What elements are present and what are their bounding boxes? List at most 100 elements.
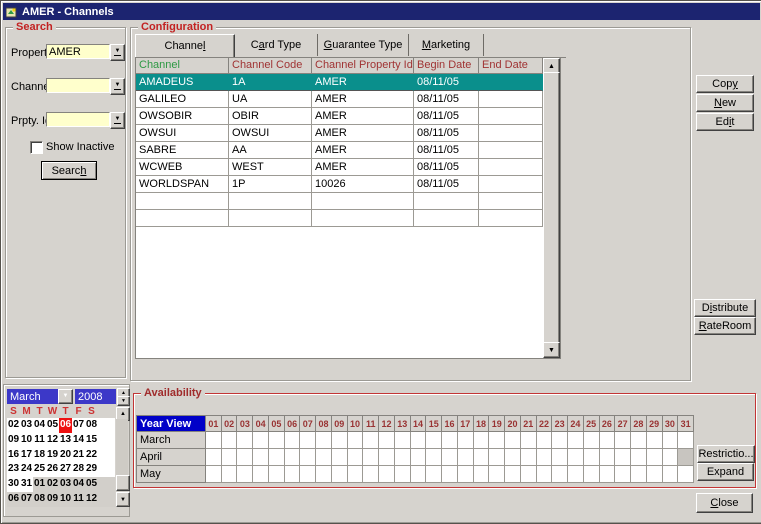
calendar-date[interactable]: 16 (7, 448, 20, 463)
availability-cell[interactable] (505, 466, 521, 483)
rateroom-button[interactable]: RateRoom (694, 317, 756, 335)
availability-cell[interactable] (395, 466, 411, 483)
availability-cell[interactable] (253, 449, 269, 466)
availability-cell[interactable] (269, 432, 285, 449)
availability-cell[interactable] (568, 466, 584, 483)
calendar-date[interactable]: 29 (85, 462, 98, 477)
availability-cell[interactable] (253, 466, 269, 483)
close-button[interactable]: Close (696, 493, 753, 513)
availability-cell[interactable] (316, 449, 332, 466)
availability-cell[interactable] (222, 466, 238, 483)
availability-cell[interactable] (537, 466, 553, 483)
year-spinner-down[interactable]: ▼ (117, 396, 130, 406)
calendar-date[interactable]: 22 (85, 448, 98, 463)
availability-cell[interactable] (584, 432, 600, 449)
calendar-date[interactable]: 02 (46, 477, 59, 492)
availability-cell[interactable] (253, 432, 269, 449)
calendar-date[interactable]: 12 (85, 492, 98, 507)
show-inactive-checkbox[interactable] (30, 141, 43, 154)
calendar-date[interactable]: 31 (20, 477, 33, 492)
month-dropdown-button[interactable]: ▼ (58, 389, 73, 404)
availability-cell[interactable] (521, 449, 537, 466)
calendar-scrollbar-thumb[interactable] (116, 475, 130, 491)
availability-cell[interactable] (663, 466, 679, 483)
tab-channel[interactable]: Channel (135, 34, 235, 58)
table-row[interactable]: WORLDSPAN1P1002608/11/05 (136, 176, 560, 193)
availability-cell[interactable] (584, 449, 600, 466)
availability-cell[interactable] (379, 449, 395, 466)
availability-cell[interactable] (600, 432, 616, 449)
availability-cell[interactable] (537, 449, 553, 466)
calendar-date[interactable]: 09 (7, 433, 20, 448)
availability-cell[interactable] (568, 432, 584, 449)
calendar-date[interactable]: 18 (33, 448, 46, 463)
copy-button[interactable]: Copy (696, 75, 754, 93)
availability-cell[interactable] (552, 432, 568, 449)
calendar-date[interactable]: 05 (85, 477, 98, 492)
availability-cell[interactable] (521, 466, 537, 483)
availability-cell[interactable] (678, 432, 694, 449)
scroll-down-button[interactable]: ▼ (543, 342, 560, 358)
property-id-input[interactable] (46, 112, 110, 127)
availability-cell[interactable] (474, 449, 490, 466)
availability-cell[interactable] (552, 466, 568, 483)
availability-cell[interactable] (348, 449, 364, 466)
calendar-date[interactable]: 06 (7, 492, 20, 507)
availability-cell[interactable] (300, 432, 316, 449)
availability-cell[interactable] (395, 432, 411, 449)
calendar-date[interactable]: 24 (20, 462, 33, 477)
availability-cell[interactable] (458, 449, 474, 466)
availability-cell[interactable] (458, 432, 474, 449)
calendar-date[interactable]: 25 (33, 462, 46, 477)
calendar-date[interactable]: 11 (33, 433, 46, 448)
availability-cell[interactable] (411, 449, 427, 466)
availability-cell[interactable] (442, 449, 458, 466)
availability-cell[interactable] (222, 449, 238, 466)
availability-cell[interactable] (363, 432, 379, 449)
availability-cell[interactable] (206, 432, 222, 449)
calendar-date[interactable]: 10 (59, 492, 72, 507)
table-row[interactable]: SABREAAAMER08/11/05 (136, 142, 560, 159)
property-dropdown-button[interactable]: ▼ (110, 44, 125, 61)
calendar-date[interactable]: 08 (33, 492, 46, 507)
availability-cell[interactable] (332, 432, 348, 449)
availability-cell[interactable] (489, 432, 505, 449)
search-button[interactable]: Search (41, 161, 97, 180)
new-button[interactable]: New (696, 94, 754, 112)
availability-cell[interactable] (647, 449, 663, 466)
availability-cell[interactable] (285, 449, 301, 466)
edit-button[interactable]: Edit (696, 113, 754, 131)
calendar-date[interactable]: 02 (7, 418, 20, 433)
calendar-date[interactable]: 10 (20, 433, 33, 448)
availability-cell[interactable] (600, 449, 616, 466)
availability-cell[interactable] (348, 432, 364, 449)
distribute-button[interactable]: Distribute (694, 299, 756, 317)
availability-cell[interactable] (458, 466, 474, 483)
availability-cell[interactable] (663, 432, 679, 449)
calendar-date[interactable]: 04 (33, 418, 46, 433)
availability-cell[interactable] (411, 432, 427, 449)
availability-cell[interactable] (363, 466, 379, 483)
availability-cell[interactable] (663, 449, 679, 466)
availability-cell[interactable] (442, 466, 458, 483)
availability-cell[interactable] (647, 466, 663, 483)
availability-cell[interactable] (316, 466, 332, 483)
availability-cell[interactable] (521, 432, 537, 449)
table-scrollbar[interactable]: ▲ ▼ (543, 58, 558, 356)
availability-cell[interactable] (552, 449, 568, 466)
month-dropdown[interactable]: March ▼ (7, 389, 73, 404)
calendar-date[interactable]: 28 (72, 462, 85, 477)
channel-input[interactable] (46, 78, 110, 93)
availability-cell[interactable] (332, 449, 348, 466)
availability-cell[interactable] (300, 466, 316, 483)
calendar-date[interactable]: 03 (20, 418, 33, 433)
availability-cell[interactable] (647, 432, 663, 449)
expand-button[interactable]: Expand (697, 463, 754, 481)
calendar-date[interactable]: 11 (72, 492, 85, 507)
property-input[interactable] (46, 44, 110, 59)
availability-cell[interactable] (269, 449, 285, 466)
availability-cell[interactable] (568, 449, 584, 466)
availability-cell[interactable] (379, 432, 395, 449)
availability-cell[interactable] (678, 449, 694, 466)
calendar-date[interactable]: 27 (59, 462, 72, 477)
